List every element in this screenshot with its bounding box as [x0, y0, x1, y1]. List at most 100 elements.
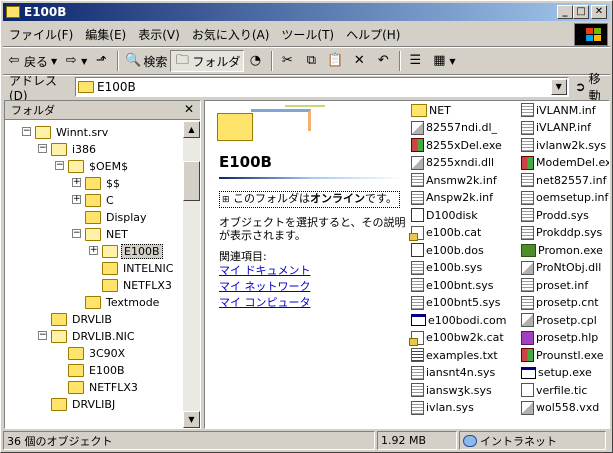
tree-item[interactable]: DRVLIB — [51, 311, 114, 327]
file-item[interactable]: ProNtObj.dll — [521, 260, 601, 276]
chevron-down-icon[interactable]: ▼ — [81, 57, 87, 66]
expand-icon[interactable]: + — [72, 178, 81, 187]
link-my-computer[interactable]: マイ コンピュータ — [219, 295, 409, 311]
collapse-icon[interactable]: − — [55, 161, 64, 170]
minimize-button[interactable]: _ — [557, 5, 573, 19]
chevron-down-icon[interactable]: ▼ — [51, 57, 57, 66]
address-input[interactable]: E100B ▼ — [75, 77, 569, 97]
back-button[interactable]: ⇦ 戻る ▼ — [3, 50, 60, 72]
file-item[interactable]: D100disk — [411, 207, 478, 223]
tree-item[interactable]: E100B — [68, 362, 127, 378]
move-to-button[interactable]: ✂ — [276, 50, 300, 72]
chevron-down-icon[interactable]: ▼ — [449, 57, 455, 66]
expand-icon[interactable]: + — [72, 195, 81, 204]
title-bar[interactable]: E100B _ □ ✕ — [3, 3, 610, 21]
close-icon[interactable]: ✕ — [184, 102, 194, 116]
file-item[interactable]: iansnt4n.sys — [411, 365, 495, 381]
views-button[interactable]: ▦ ▼ — [428, 50, 458, 72]
file-item[interactable]: iVLANM.inf — [521, 102, 596, 118]
go-arrow-icon: ➲ — [574, 79, 586, 95]
up-folder-button[interactable]: ⬏ — [90, 50, 114, 72]
collapse-icon[interactable]: − — [22, 127, 31, 136]
tree-item[interactable]: DRVLIBJ — [51, 396, 117, 412]
file-item[interactable]: e100b.dos — [411, 242, 484, 258]
scroll-up-icon[interactable]: ▲ — [183, 121, 200, 138]
folders-button[interactable]: 🗀 フォルダ — [170, 50, 245, 72]
tree-scrollbar[interactable]: ▲ ▼ — [183, 121, 200, 428]
file-item[interactable]: e100bw2k.cat — [409, 330, 504, 346]
tree-item[interactable]: NETFLX3 — [68, 379, 140, 395]
link-my-documents[interactable]: マイ ドキュメント — [219, 263, 409, 279]
file-item[interactable]: 8255xndi.dll — [411, 155, 494, 171]
properties-button[interactable]: ☰ — [404, 50, 428, 72]
file-item[interactable]: Prokddp.sys — [521, 225, 602, 241]
file-item[interactable]: prosetp.hlp — [521, 330, 598, 346]
file-item[interactable]: ModemDel.exe — [521, 155, 609, 171]
tree-item[interactable]: + $$ — [59, 175, 122, 191]
scroll-thumb[interactable] — [183, 161, 200, 201]
tree-item[interactable]: INTELNIC — [102, 260, 175, 276]
tree-item[interactable]: + C — [59, 192, 116, 208]
file-item[interactable]: Prodd.sys — [521, 207, 589, 223]
file-item[interactable]: e100b.sys — [411, 260, 482, 276]
scroll-down-icon[interactable]: ▼ — [183, 411, 200, 428]
menu-file[interactable]: ファイル(F) — [3, 26, 79, 43]
link-my-network[interactable]: マイ ネットワーク — [219, 279, 409, 295]
file-item[interactable]: net82557.inf — [521, 172, 606, 188]
address-value[interactable]: E100B — [97, 80, 136, 94]
tree-item[interactable]: − i386 — [25, 141, 98, 157]
close-button[interactable]: ✕ — [591, 5, 607, 19]
tree-item[interactable]: − $OEM$ — [42, 158, 130, 174]
tree-item[interactable]: − DRVLIB.NIC — [25, 328, 137, 344]
file-item[interactable]: e100b.cat — [409, 225, 481, 241]
file-item[interactable]: iVLANP.inf — [521, 120, 591, 136]
file-item[interactable]: 82557ndi.dl_ — [411, 120, 497, 136]
search-button[interactable]: 🔍 検索 — [122, 50, 170, 72]
history-button[interactable]: ◔ — [244, 50, 268, 72]
menu-help[interactable]: ヘルプ(H) — [340, 26, 406, 43]
file-item[interactable]: ianswʒk.sys — [411, 382, 492, 398]
file-item[interactable]: NET — [411, 102, 451, 118]
collapse-icon[interactable]: − — [72, 229, 81, 238]
go-button[interactable]: ➲ 移動 — [575, 70, 610, 104]
file-item[interactable]: Anspw2k.inf — [411, 190, 493, 206]
undo-button[interactable]: ↶ — [372, 50, 396, 72]
menu-favorites[interactable]: お気に入り(A) — [186, 26, 276, 43]
maximize-button[interactable]: □ — [573, 5, 589, 19]
delete-button[interactable]: ✕ — [348, 50, 372, 72]
file-item[interactable]: setup.exe — [521, 365, 592, 381]
file-item[interactable]: verfile.tic — [521, 382, 587, 398]
collapse-icon[interactable]: − — [38, 331, 47, 340]
tree-item[interactable]: − NET — [59, 226, 130, 242]
menu-view[interactable]: 表示(V) — [132, 26, 186, 43]
file-item[interactable]: prosetp.cnt — [521, 295, 599, 311]
menu-tools[interactable]: ツール(T) — [275, 26, 340, 43]
file-item[interactable]: Promon.exe — [521, 242, 603, 258]
tree-item[interactable]: Display — [85, 209, 149, 225]
file-item[interactable]: Prosetp.cpl — [521, 312, 597, 328]
expand-icon[interactable]: + — [89, 246, 98, 255]
copy-to-button[interactable]: ⧉ — [300, 50, 324, 72]
tree-item-selected[interactable]: + E100B — [76, 243, 163, 259]
tree-item[interactable]: 3C90X — [68, 345, 127, 361]
file-item[interactable]: ivlan.sys — [411, 400, 474, 416]
file-item[interactable]: ivlanw2k.sys — [521, 137, 606, 153]
forward-button[interactable]: ⇨ ▼ — [60, 50, 90, 72]
paste-button[interactable]: 📋 — [324, 50, 348, 72]
file-item[interactable]: Prounstl.exe — [521, 347, 604, 363]
collapse-icon[interactable]: − — [38, 144, 47, 153]
file-item[interactable]: 8255xDel.exe — [411, 137, 502, 153]
file-item[interactable]: e100bodi.com — [411, 312, 507, 328]
file-item[interactable]: oemsetup.inf — [521, 190, 608, 206]
menu-edit[interactable]: 編集(E) — [79, 26, 132, 43]
chevron-down-icon[interactable]: ▼ — [550, 79, 567, 95]
file-item[interactable]: e100bnt5.sys — [411, 295, 501, 311]
file-item[interactable]: wol558.vxd — [521, 400, 599, 416]
file-item[interactable]: e100bnt.sys — [411, 277, 494, 293]
tree-item[interactable]: − Winnt.srv — [9, 124, 110, 140]
file-item[interactable]: examples.txt — [411, 347, 498, 363]
tree-item[interactable]: NETFLX3 — [102, 277, 174, 293]
file-item[interactable]: proset.inf — [521, 277, 588, 293]
tree-item[interactable]: Textmode — [85, 294, 161, 310]
file-item[interactable]: Ansmw2k.inf — [411, 172, 497, 188]
